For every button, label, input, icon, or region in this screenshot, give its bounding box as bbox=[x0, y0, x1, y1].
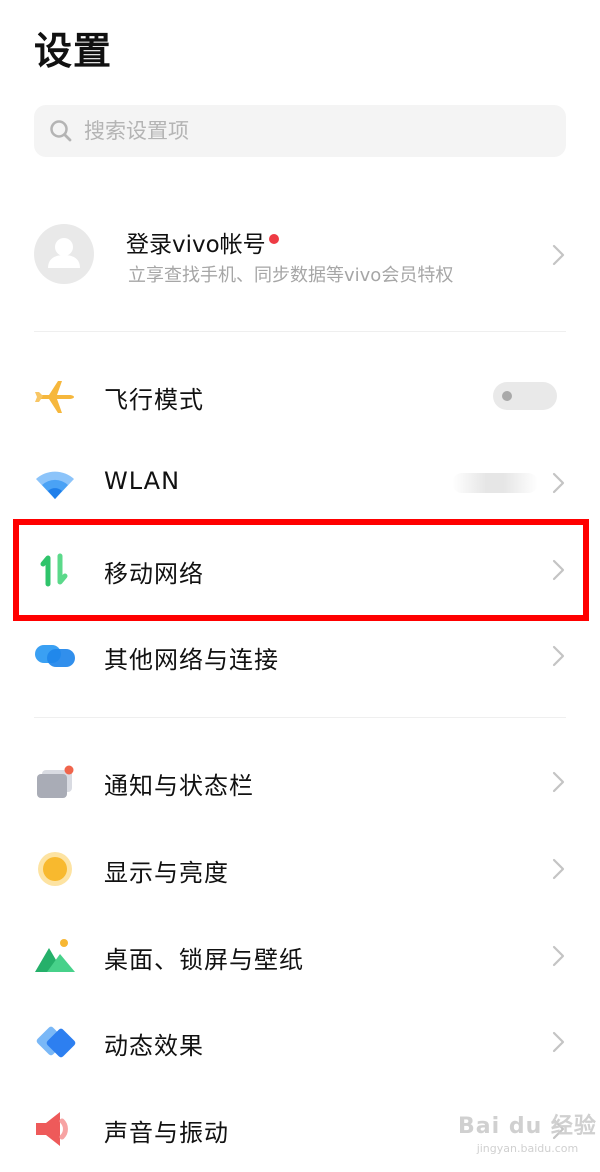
chevron-right-icon bbox=[552, 945, 565, 967]
airplane-icon bbox=[34, 376, 76, 416]
settings-item-label: WLAN bbox=[104, 467, 181, 495]
connections-icon bbox=[34, 636, 76, 676]
settings-item-label: 飞行模式 bbox=[104, 386, 204, 414]
animation-icon bbox=[34, 1022, 76, 1062]
page-title: 设置 bbox=[34, 29, 113, 73]
wallpaper-icon bbox=[34, 936, 76, 976]
account-subtitle: 立享查找手机、同步数据等vivo会员特权 bbox=[128, 265, 454, 286]
chevron-right-icon bbox=[552, 645, 565, 667]
notification-icon bbox=[34, 762, 76, 802]
chevron-right-icon bbox=[552, 858, 565, 880]
watermark-url: jingyan.baidu.com bbox=[476, 1142, 579, 1155]
section-divider bbox=[34, 717, 566, 718]
account-title: 登录vivo帐号 bbox=[126, 225, 279, 259]
chevron-right-icon bbox=[552, 771, 565, 793]
watermark: Bai du 经验 jingyan.baidu.com bbox=[458, 1108, 597, 1155]
wifi-icon bbox=[34, 463, 76, 503]
chevron-right-icon bbox=[552, 244, 565, 266]
settings-item-display-brightness[interactable]: 显示与亮度 bbox=[0, 826, 600, 912]
settings-item-label: 显示与亮度 bbox=[104, 859, 229, 887]
airplane-mode-toggle[interactable] bbox=[493, 382, 557, 410]
search-icon bbox=[50, 120, 72, 142]
user-placeholder-icon bbox=[48, 238, 80, 268]
sound-icon bbox=[34, 1109, 76, 1149]
account-login-row[interactable]: 登录vivo帐号 立享查找手机、同步数据等vivo会员特权 bbox=[0, 210, 600, 300]
toggle-knob bbox=[502, 391, 512, 401]
settings-item-wlan[interactable]: WLAN bbox=[0, 440, 600, 526]
chevron-right-icon bbox=[552, 559, 565, 581]
search-input[interactable] bbox=[82, 118, 526, 144]
chevron-right-icon bbox=[552, 472, 565, 494]
notification-dot bbox=[268, 234, 279, 244]
settings-item-mobile-network[interactable]: 移动网络 bbox=[0, 527, 600, 613]
settings-item-label: 声音与振动 bbox=[104, 1119, 229, 1147]
settings-item-label: 移动网络 bbox=[104, 560, 204, 588]
mobile-network-icon bbox=[34, 550, 76, 590]
settings-item-other-connections[interactable]: 其他网络与连接 bbox=[0, 613, 600, 699]
wlan-network-name-blurred bbox=[452, 473, 538, 493]
avatar bbox=[34, 224, 94, 284]
settings-item-label: 通知与状态栏 bbox=[104, 772, 254, 800]
settings-item-wallpaper[interactable]: 桌面、锁屏与壁纸 bbox=[0, 913, 600, 999]
section-divider bbox=[34, 331, 566, 332]
search-bar[interactable] bbox=[34, 105, 566, 157]
account-title-text: 登录vivo帐号 bbox=[126, 232, 266, 258]
settings-item-animation[interactable]: 动态效果 bbox=[0, 999, 600, 1085]
chevron-right-icon bbox=[552, 1031, 565, 1053]
watermark-brand: Bai du 经验 bbox=[458, 1114, 597, 1139]
settings-item-label: 动态效果 bbox=[104, 1032, 204, 1060]
brightness-icon bbox=[34, 849, 76, 889]
settings-item-label: 其他网络与连接 bbox=[104, 646, 279, 674]
settings-item-label: 桌面、锁屏与壁纸 bbox=[104, 946, 304, 974]
settings-item-notifications[interactable]: 通知与状态栏 bbox=[0, 739, 600, 825]
settings-item-airplane-mode[interactable]: 飞行模式 bbox=[0, 353, 600, 439]
